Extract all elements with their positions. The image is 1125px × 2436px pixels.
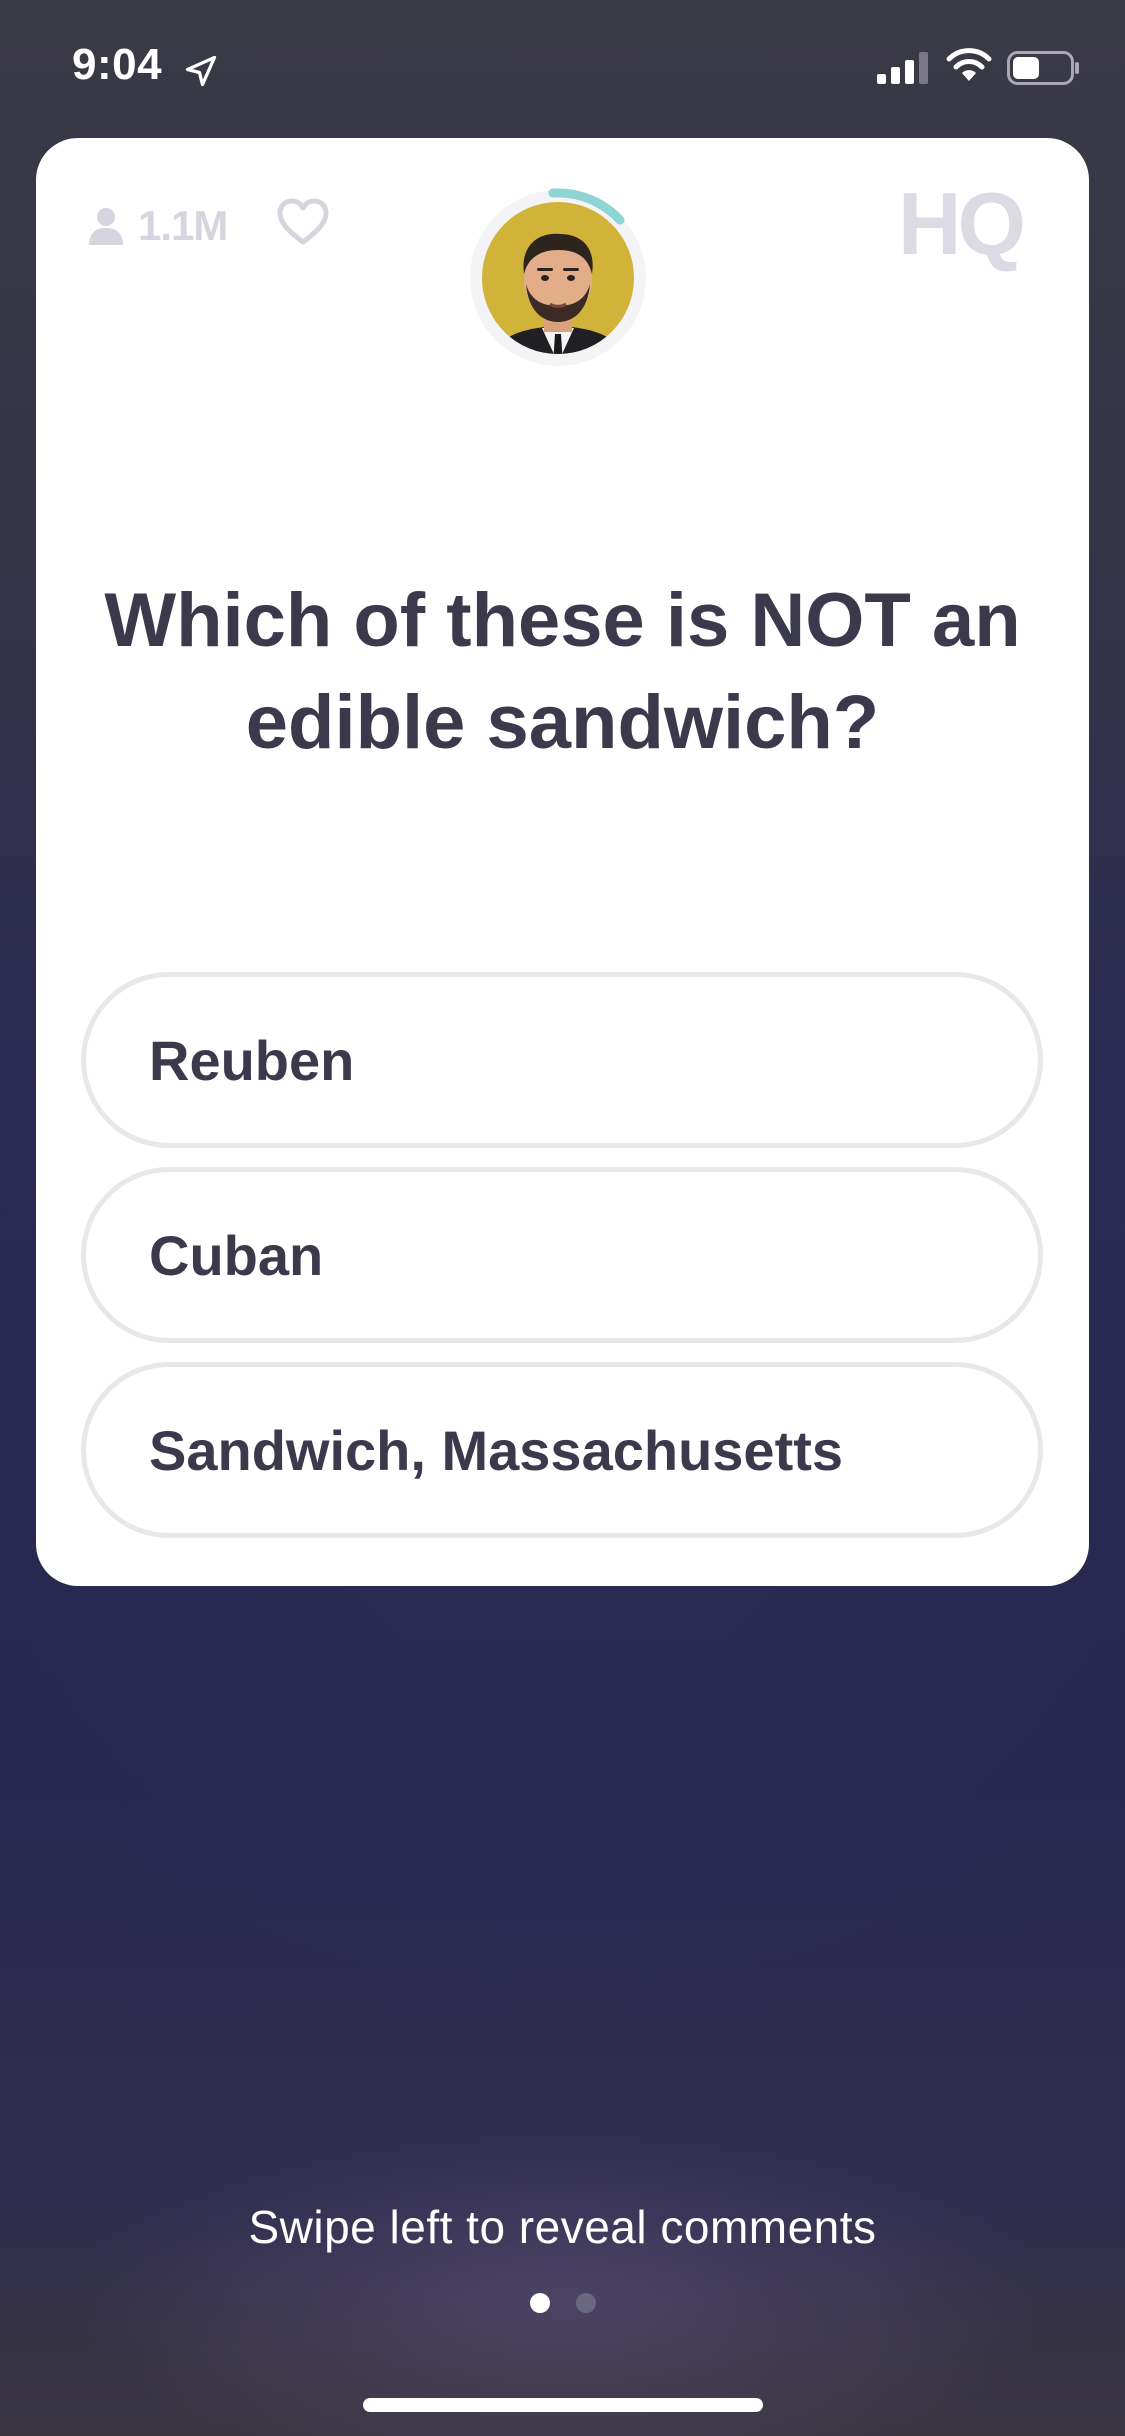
answer-list: Reuben Cuban Sandwich, Massachusetts [81, 972, 1043, 1557]
question-card: 1.1M HQ Which of these is NOT an edible … [36, 138, 1089, 1586]
host-avatar-image [470, 188, 646, 366]
host-avatar [468, 188, 648, 368]
page-indicator[interactable] [0, 2293, 1125, 2313]
page-dot-1[interactable] [529, 2293, 550, 2313]
home-indicator[interactable] [363, 2398, 763, 2412]
viewer-count: 1.1M [138, 202, 228, 249]
status-time: 9:04 [72, 40, 163, 89]
swipe-hint: Swipe left to reveal comments [248, 2201, 877, 2253]
answer-option-1[interactable]: Reuben [81, 972, 1043, 1148]
question-text: Which of these is NOT an edible sandwich… [104, 578, 1021, 765]
battery-icon [1007, 51, 1079, 85]
page-dot-2[interactable] [575, 2293, 596, 2313]
wifi-icon [946, 48, 992, 81]
cellular-signal-icon [877, 52, 928, 84]
hq-logo-text: HQ [898, 176, 1023, 273]
hq-logo: HQ [898, 176, 1027, 273]
location-arrow-icon [185, 55, 217, 87]
person-icon [89, 208, 123, 245]
answer-option-3[interactable]: Sandwich, Massachusetts [81, 1362, 1043, 1538]
heart-icon[interactable] [277, 198, 329, 246]
status-bar: 9:04 [0, 0, 1125, 135]
viewer-count-badge: 1.1M [86, 200, 228, 252]
answer-option-2[interactable]: Cuban [81, 1167, 1043, 1343]
